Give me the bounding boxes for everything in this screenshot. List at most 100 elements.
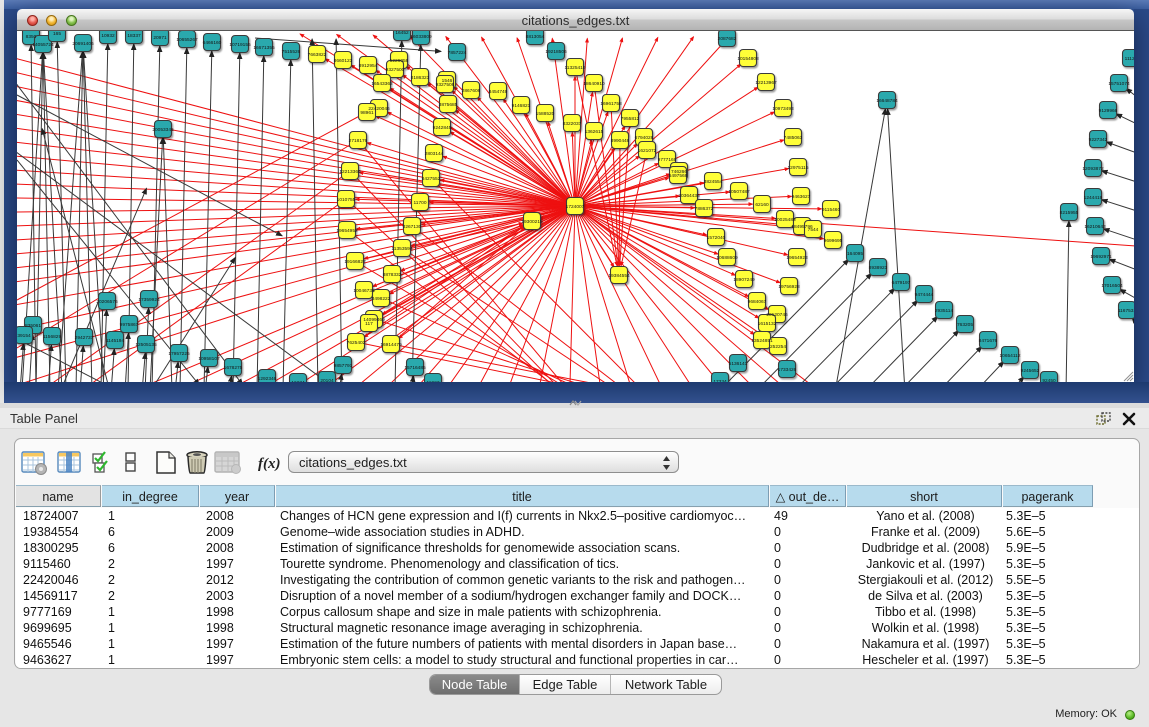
svg-text:3824554: 3824554 xyxy=(704,179,723,185)
svg-text:2087682: 2087682 xyxy=(718,36,737,42)
svg-text:20691406: 20691406 xyxy=(72,41,94,47)
svg-text:8350: 8350 xyxy=(26,34,37,40)
svg-text:11325419: 11325419 xyxy=(565,65,586,71)
svg-text:9684067: 9684067 xyxy=(748,299,767,305)
svg-text:2935114: 2935114 xyxy=(935,308,954,314)
svg-text:2942737: 2942737 xyxy=(75,335,94,341)
svg-text:15751074: 15751074 xyxy=(1108,81,1130,87)
svg-text:11700: 11700 xyxy=(414,200,427,206)
svg-text:763205: 763205 xyxy=(957,322,973,328)
svg-text:2718176: 2718176 xyxy=(349,138,368,144)
svg-text:20364436: 20364436 xyxy=(678,193,700,199)
svg-text:19692971: 19692971 xyxy=(1090,254,1112,260)
svg-text:98961: 98961 xyxy=(360,110,374,116)
svg-text:9327500: 9327500 xyxy=(386,67,405,73)
svg-text:10958107: 10958107 xyxy=(198,356,220,362)
svg-text:10688609: 10688609 xyxy=(716,255,738,261)
svg-text:39154: 39154 xyxy=(17,333,31,339)
svg-text:6466160: 6466160 xyxy=(203,40,222,46)
svg-text:1615132: 1615132 xyxy=(758,321,777,327)
svg-text:1145194: 1145194 xyxy=(106,338,125,344)
svg-text:8878332: 8878332 xyxy=(383,272,402,278)
svg-text:16671355: 16671355 xyxy=(253,45,275,51)
svg-text:f(x): f(x) xyxy=(258,456,281,472)
svg-text:8912954: 8912954 xyxy=(359,63,378,69)
svg-text:7544: 7544 xyxy=(808,227,819,233)
svg-text:8660123: 8660123 xyxy=(334,58,353,64)
svg-text:252254: 252254 xyxy=(770,344,786,350)
svg-text:16033809: 16033809 xyxy=(410,34,432,40)
svg-text:19300215: 19300215 xyxy=(521,219,543,225)
svg-text:13524851: 13524851 xyxy=(751,338,773,344)
svg-text:3875685: 3875685 xyxy=(439,102,458,108)
svg-text:835061: 835061 xyxy=(25,323,41,329)
svg-text:17016504: 17016504 xyxy=(1101,283,1123,289)
svg-text:10154808: 10154808 xyxy=(737,56,759,62)
svg-text:6497568: 6497568 xyxy=(669,173,688,179)
svg-text:10719155: 10719155 xyxy=(229,42,251,48)
svg-text:16543362: 16543362 xyxy=(371,81,393,87)
svg-text:1724007: 1724007 xyxy=(566,204,585,210)
svg-text:10654112: 10654112 xyxy=(1000,353,1021,359)
svg-text:16914479: 16914479 xyxy=(380,342,402,348)
svg-text:5136141: 5136141 xyxy=(729,361,748,367)
svg-text:9463627: 9463627 xyxy=(792,194,811,200)
svg-text:9699695: 9699695 xyxy=(824,238,843,244)
svg-text:17359924: 17359924 xyxy=(138,297,160,303)
svg-text:3267130: 3267130 xyxy=(403,224,422,230)
svg-text:20206576: 20206576 xyxy=(96,299,118,305)
svg-text:12975115: 12975115 xyxy=(788,165,809,171)
svg-text:18907249: 18907249 xyxy=(733,277,755,283)
svg-text:8813054: 8813054 xyxy=(526,34,545,40)
svg-text:1733426: 1733426 xyxy=(778,367,797,373)
svg-text:7886372: 7886372 xyxy=(695,206,714,212)
svg-text:11353594: 11353594 xyxy=(392,246,413,252)
svg-text:2867608: 2867608 xyxy=(462,88,481,94)
svg-text:19654952: 19654952 xyxy=(336,228,358,234)
svg-text:2803144: 2803144 xyxy=(425,151,444,157)
svg-text:6794028: 6794028 xyxy=(635,135,654,141)
svg-text:1572040: 1572040 xyxy=(707,235,726,241)
svg-text:117: 117 xyxy=(365,321,373,327)
svg-text:19218506: 19218506 xyxy=(545,49,567,55)
svg-text:16210643: 16210643 xyxy=(1084,224,1106,230)
svg-text:7485063: 7485063 xyxy=(784,135,803,141)
svg-text:17957225: 17957225 xyxy=(168,351,190,357)
svg-text:19384554: 19384554 xyxy=(608,273,630,279)
svg-text:7625402: 7625402 xyxy=(347,340,366,346)
svg-text:1156829: 1156829 xyxy=(43,334,62,340)
svg-text:3498222: 3498222 xyxy=(372,296,391,302)
svg-text:165: 165 xyxy=(53,31,61,37)
svg-text:1678275: 1678275 xyxy=(224,365,243,371)
svg-text:12213967: 12213967 xyxy=(755,80,777,86)
svg-text:1167533: 1167533 xyxy=(1118,308,1134,314)
svg-text:14055724: 14055724 xyxy=(32,42,54,48)
svg-text:10025488: 10025488 xyxy=(774,217,796,223)
svg-text:18337: 18337 xyxy=(127,33,141,39)
svg-text:10973493: 10973493 xyxy=(772,106,794,112)
svg-text:9227342: 9227342 xyxy=(1089,137,1108,143)
svg-text:164095: 164095 xyxy=(847,251,863,257)
svg-text:9975867: 9975867 xyxy=(120,322,139,328)
svg-text:1292346: 1292346 xyxy=(258,376,277,382)
svg-text:7663822: 7663822 xyxy=(308,52,327,58)
svg-text:10655267: 10655267 xyxy=(176,37,198,43)
svg-text:8215955: 8215955 xyxy=(1060,210,1079,216)
svg-text:9777169: 9777169 xyxy=(658,157,677,163)
svg-text:19166827: 19166827 xyxy=(344,259,366,265)
svg-text:8938923: 8938923 xyxy=(869,265,888,271)
svg-text:8427552: 8427552 xyxy=(422,176,441,182)
svg-text:9857791: 9857791 xyxy=(334,363,353,369)
svg-text:12213369: 12213369 xyxy=(339,169,361,175)
svg-text:7515526: 7515526 xyxy=(282,49,301,55)
svg-text:16961758: 16961758 xyxy=(600,101,622,107)
svg-text:20971: 20971 xyxy=(153,35,167,41)
svg-text:8471676: 8471676 xyxy=(979,338,998,344)
svg-text:15716485: 15716485 xyxy=(404,365,426,371)
svg-text:16648784: 16648784 xyxy=(876,98,898,104)
svg-text:7955812: 7955812 xyxy=(621,116,640,122)
svg-text:6479197: 6479197 xyxy=(892,280,911,286)
svg-text:12505135: 12505135 xyxy=(135,342,157,348)
svg-text:16452: 16452 xyxy=(395,31,409,36)
svg-text:8454749: 8454749 xyxy=(489,89,508,95)
